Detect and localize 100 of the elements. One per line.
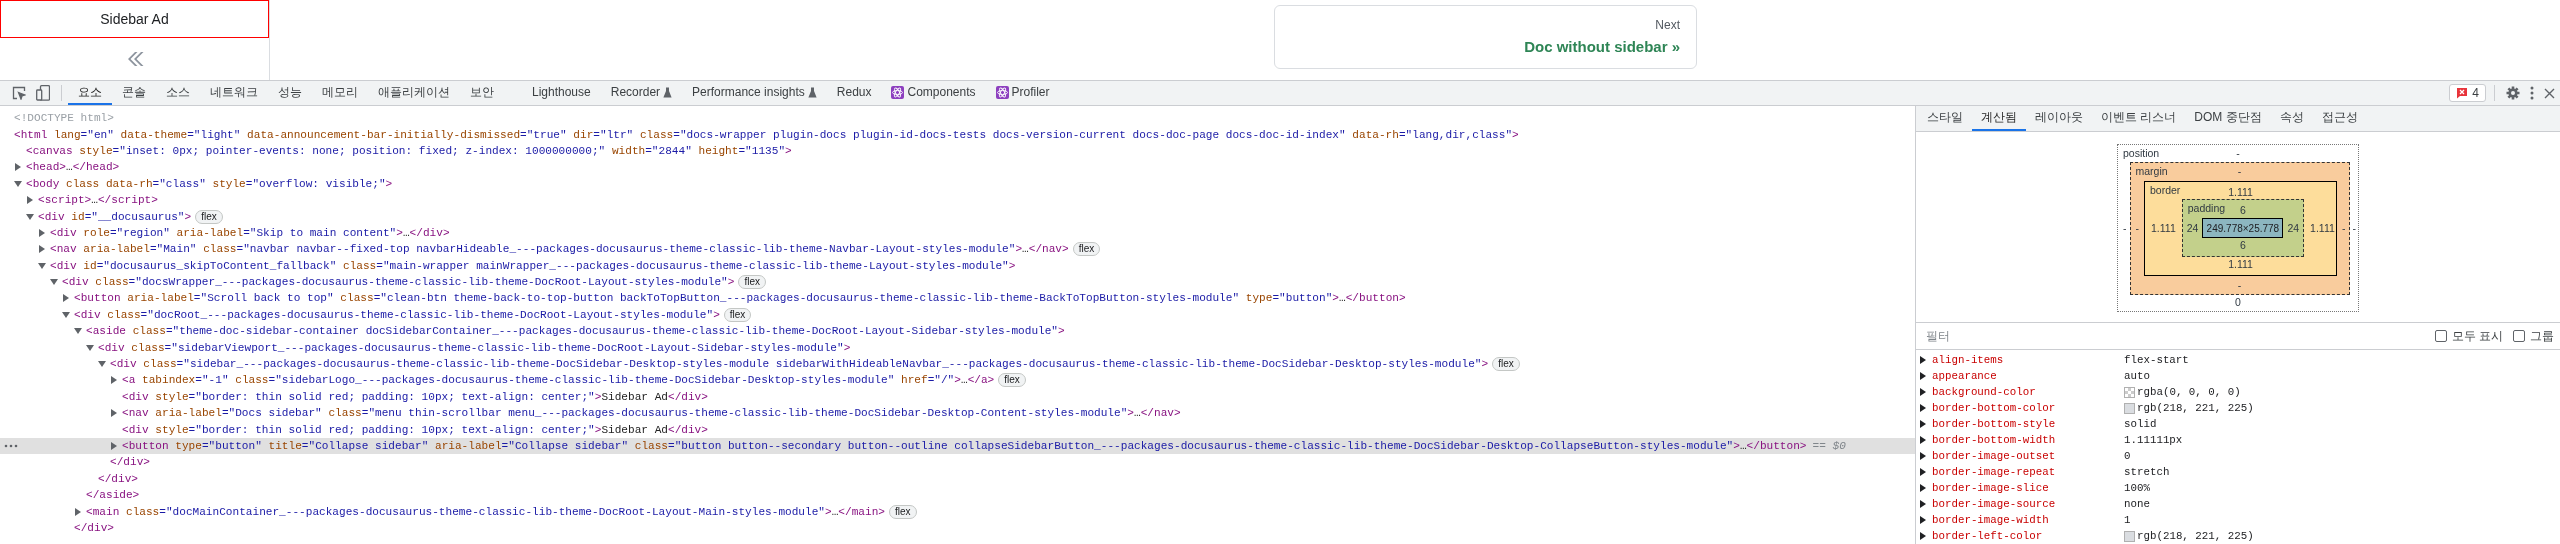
box-value: - [2237, 278, 2242, 292]
property-value: 100% [2124, 482, 2150, 494]
dom-node-row[interactable]: <button type="button" title="Collapse sidebar" aria-label="Collapse sidebar" class="button button--secondary button--outline collapseSidebarButton_---packages-docusaurus-theme-classic-lib-theme-DocSidebar-Desktop-CollapseButton-styles-module">…</button> == $0 [0, 437, 1915, 455]
box-label: margin [2135, 164, 2168, 177]
flex-badge[interactable]: flex [723, 307, 752, 322]
property-value: solid [2124, 418, 2157, 430]
sidebar-ad: Sidebar Ad [0, 0, 269, 38]
property-name: border-image-slice [1932, 482, 2050, 494]
sidebar-tab[interactable]: 계산됨 [1972, 106, 2026, 131]
close-icon [2544, 87, 2555, 99]
devtools-tab[interactable]: 애플리케이션 [368, 81, 460, 105]
color-swatch[interactable] [2124, 386, 2135, 398]
dom-node-row[interactable]: <div role="region" aria-label="Skip to main content">…</div> [0, 224, 1915, 242]
dom-node-row[interactable]: <div class="sidebar_---packages-docusaurus-theme-classic-lib-theme-DocSidebar-Desktop-styles-module sidebarWithHideableNavbar_---packages-docusaurus-theme-classic-lib-theme-DocSidebar-Desktop-styles-module"> flex [0, 355, 1915, 373]
dom-node-row[interactable]: <div style="border: thin solid red; padding: 10px; text-align: center;">Sidebar Ad</div> [0, 388, 1915, 406]
dom-node-row[interactable]: <main class="docMainContainer_---packages-docusaurus-theme-classic-lib-theme-DocRoot-Layout-Main-styles-module">…</main> flex [0, 503, 1915, 520]
content-box: 249.778×25.778 [2202, 218, 2284, 238]
property-name: background-color [1932, 386, 2037, 398]
dom-node-row[interactable]: <html lang="en" data-theme="light" data-announcement-bar-initially-dismissed="true" dir="ltr" class="docs-wrapper plugin-docs plugin-id-docs-tests docs-version-current docs-doc-page docs-doc-id-index" data-rh="lang,dir,class"> [0, 126, 1915, 143]
filter-field[interactable]: 필터 [1924, 328, 2425, 344]
property-name: border-image-repeat [1932, 466, 2057, 478]
devtools-tab[interactable]: Performance insights [682, 81, 827, 105]
property-value: stretch [2124, 466, 2170, 478]
devtools-tab[interactable]: 보안 [460, 81, 504, 105]
sidebar-tab[interactable]: DOM 중단점 [2185, 106, 2271, 131]
property-value: none [2124, 498, 2150, 510]
box-value: 1.111 [2228, 257, 2253, 271]
devtools-tab[interactable]: Profiler [985, 81, 1060, 105]
react-atom-icon [891, 85, 905, 99]
dom-node-row[interactable]: <div id="docusaurus_skipToContent_fallback" class="main-wrapper mainWrapper_---packages-docusaurus-theme-classic-lib-theme-Layout-styles-module"> [0, 257, 1915, 274]
devtools-tab[interactable]: Redux [826, 81, 882, 105]
dom-node-row[interactable]: <nav aria-label="Docs sidebar" class="menu thin-scrollbar menu_---packages-docusaurus-theme-classic-lib-theme-DocSidebar-Desktop-Content-styles-module">…</nav> [0, 405, 1915, 422]
devtools-tab[interactable]: 네트워크 [200, 81, 268, 105]
dom-node-row[interactable]: <script>…</script> [0, 191, 1915, 209]
sidebar-tab[interactable]: 접근성 [2312, 106, 2367, 131]
flex-badge[interactable]: flex [998, 373, 1026, 388]
dom-node-row[interactable]: <head>…</head> [0, 159, 1915, 176]
dom-node-row[interactable]: <div class="docRoot_---packages-docusaurus-theme-classic-lib-theme-DocRoot-Layout-styles-module"> flex [0, 306, 1915, 324]
sidebar-tab[interactable]: 속성 [2270, 106, 2313, 131]
flex-badge[interactable]: flex [1492, 357, 1520, 372]
dom-node-row[interactable]: <nav aria-label="Main" class="navbar navbar--fixed-top navbarHideable_---packages-docusaurus-theme-classic-lib-theme-Navbar-Layout-styles-module">…</nav> flex [0, 241, 1915, 258]
devtools-tab[interactable]: 성능 [268, 81, 312, 105]
box-label: padding [2187, 202, 2226, 214]
dom-node-row[interactable]: <div style="border: thin solid red; padding: 10px; text-align: center;">Sidebar Ad</div> [0, 421, 1915, 438]
sidebar-tab[interactable]: 스타일 [1918, 106, 1972, 131]
dom-node-row[interactable]: <div class="docsWrapper_---packages-docusaurus-theme-classic-lib-theme-DocRoot-Layout-styles-module"> flex [0, 273, 1915, 291]
devtools-tab[interactable]: 콘솔 [112, 81, 156, 105]
flask-icon [663, 86, 673, 98]
devtools-tab[interactable]: 요소 [68, 81, 112, 105]
box-value: - [2341, 221, 2347, 235]
flex-badge[interactable]: flex [888, 504, 917, 519]
selected-node-marker: == $0 [1812, 440, 1846, 452]
dom-node-row[interactable]: <aside class="theme-doc-sidebar-container docSidebarContainer_---packages-docusaurus-theme-classic-lib-theme-DocRoot-Layout-Sidebar-styles-module"> [0, 323, 1915, 340]
sidebar-tab[interactable]: 레이아웃 [2026, 106, 2092, 131]
flex-badge[interactable]: flex [195, 209, 223, 224]
box-value: 1.111 [2228, 185, 2253, 199]
property-value: rgba(0, 0, 0, 0) [2137, 386, 2241, 398]
dom-node-row[interactable]: <canvas style="inset: 0px; pointer-events: none; position: fixed; z-index: 1000000000;" width="2844" height="1135"> [0, 142, 1915, 160]
property-name: border-left-color [1932, 530, 2044, 542]
property-name: appearance [1932, 370, 1998, 382]
color-swatch[interactable] [2124, 402, 2135, 414]
color-swatch[interactable] [2124, 530, 2135, 542]
box-value: - [2236, 147, 2240, 160]
dom-node-row[interactable]: <button aria-label="Scroll back to top" class="clean-btn theme-back-to-top-button backToTopButton_---packages-docusaurus-theme-classic-lib-theme-BackToTopButton-styles-module" type="button">…</button> [0, 290, 1915, 307]
checkbox-option[interactable]: 모두 표시 [2434, 327, 2503, 345]
property-name: border-image-outset [1932, 450, 2057, 462]
property-value: 1.11111px [2124, 434, 2183, 446]
issues-counter[interactable]: 4 [2449, 84, 2486, 102]
settings-icon [2506, 86, 2520, 100]
issue-icon [2456, 87, 2469, 99]
property-value: 1 [2124, 514, 2131, 526]
devtools-tab[interactable]: 메모리 [312, 81, 368, 105]
dom-node-row[interactable]: <body class data-rh="class" style="overflow: visible;"> [0, 175, 1915, 192]
pagination-label: Next [1654, 18, 1680, 32]
flex-badge[interactable]: flex [738, 275, 766, 290]
property-name: align-items [1932, 354, 2005, 366]
property-name: border-bottom-style [1932, 418, 2057, 430]
property-name: border-image-width [1932, 514, 2050, 526]
devtools-tab[interactable]: Lighthouse [522, 81, 601, 105]
closing-tag: </div> [110, 456, 150, 469]
box-value: - [2122, 221, 2128, 235]
checkbox-option[interactable]: 그룹 [2513, 327, 2554, 345]
property-name: border-bottom-color [1932, 402, 2057, 414]
dom-node-row[interactable]: <div class="sidebarViewport_---packages-docusaurus-theme-classic-lib-theme-DocRoot-Layout-Sidebar-styles-module"> [0, 339, 1915, 356]
dom-node-row[interactable]: <a tabindex="-1" class="sidebarLogo_---packages-docusaurus-theme-classic-lib-theme-DocSidebar-Desktop-styles-module" href="/">…</a> flex [0, 372, 1915, 389]
box-value: 1.111 [2150, 221, 2177, 235]
flask-icon [807, 86, 817, 98]
devtools-tab[interactable]: Components [881, 81, 986, 105]
devtools-tab[interactable]: Recorder [600, 81, 683, 105]
checkbox[interactable] [2434, 330, 2447, 342]
pagination-next-card[interactable]: Next Doc without sidebar » [1274, 5, 1697, 69]
sidebar-tab[interactable]: 이벤트 리스너 [2092, 106, 2186, 131]
devtools-tab[interactable]: 소스 [156, 81, 200, 105]
box-label: border [2150, 183, 2181, 196]
flex-badge[interactable]: flex [1072, 242, 1101, 257]
checkbox[interactable] [2513, 330, 2525, 342]
closing-tag: </div> [98, 472, 138, 485]
box-value: - [2237, 164, 2242, 178]
property-value: auto [2124, 370, 2150, 382]
dom-node-row[interactable]: <div id="__docusaurus"> flex [0, 208, 1915, 225]
